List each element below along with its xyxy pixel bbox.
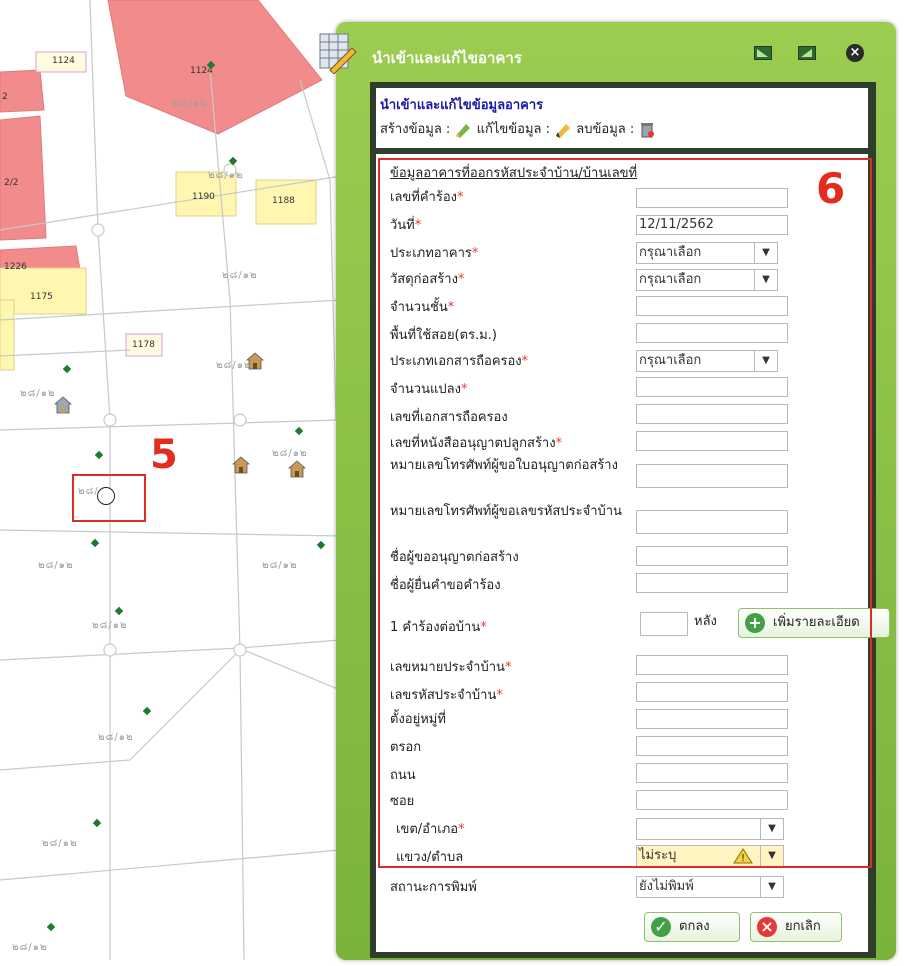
selected-point-marker[interactable] — [97, 487, 115, 505]
edit-label: แก้ไขข้อมูล : — [476, 122, 551, 137]
parcel-label: 1175 — [30, 292, 53, 302]
house-number: ๒๘/๑๒ — [92, 620, 128, 631]
parcel-label: 1226 — [4, 262, 27, 272]
house-number: ๒๘/๑๒ — [208, 170, 244, 181]
house-number: ๒๘/๑๒ — [20, 388, 56, 399]
dialog-title: นำเข้าและแก้ไขอาคาร — [372, 49, 522, 67]
house-number: ๒๘/๑๒ — [42, 838, 78, 849]
parcel-label: 1178 — [132, 340, 155, 350]
ok-button[interactable]: ✓ ตกลง — [644, 912, 740, 942]
check-icon: ✓ — [651, 917, 671, 937]
create-label: สร้างข้อมูล : — [380, 122, 451, 137]
parcel-label: 1188 — [272, 196, 295, 206]
house-icon[interactable] — [54, 396, 72, 414]
cancel-button[interactable]: × ยกเลิก — [750, 912, 842, 942]
house-number: ๒๘/๑๒ — [98, 732, 134, 743]
house-number: ๒๘/๑๒ — [12, 942, 48, 953]
callout-number-6: 6 — [816, 164, 846, 213]
edit-pencil-icon[interactable] — [554, 122, 572, 138]
create-pencil-icon[interactable] — [454, 122, 472, 138]
chevron-down-icon: ▼ — [760, 877, 783, 897]
header-title: นำเข้าและแก้ไขข้อมูลอาคาร — [380, 98, 544, 113]
house-number: ๒๘/๑๒ — [172, 98, 208, 109]
parcel-label: 2/2 — [4, 178, 19, 188]
house-number: ๒๘/๑๒ — [222, 270, 258, 281]
print-status-select[interactable]: ยังไม่พิมพ์ ▼ — [636, 876, 784, 898]
x-icon: × — [757, 917, 777, 937]
parcel-label: 2 — [2, 92, 8, 102]
house-number: ๒๘/๑๒ — [262, 560, 298, 571]
building-edit-icon — [319, 33, 357, 74]
callout-box-6 — [378, 158, 872, 868]
dialog-header: นำเข้าและแก้ไขข้อมูลอาคาร สร้างข้อมูล : … — [376, 88, 868, 148]
dialog-titlebar[interactable]: นำเข้าและแก้ไขอาคาร × — [319, 22, 896, 78]
house-icon[interactable] — [288, 460, 306, 478]
house-number: ๒๘/๑๒ — [38, 560, 74, 571]
parcel-label: 1190 — [192, 192, 215, 202]
house-icon[interactable] — [232, 456, 250, 474]
minimize-icon[interactable] — [754, 46, 772, 60]
house-icon[interactable] — [246, 352, 264, 370]
print-status-label: สถานะการพิมพ์ — [390, 880, 477, 895]
maximize-icon[interactable] — [798, 46, 816, 60]
header-actions: สร้างข้อมูล : แก้ไขข้อมูล : ลบข้อมูล : — [380, 118, 656, 139]
parcel-label: 1124 — [52, 56, 75, 66]
trash-icon[interactable] — [638, 122, 656, 138]
callout-number-5: 5 — [150, 432, 178, 478]
delete-label: ลบข้อมูล : — [576, 122, 635, 137]
house-number: ๒๘/๑๒ — [272, 448, 308, 459]
close-icon[interactable]: × — [846, 44, 864, 62]
